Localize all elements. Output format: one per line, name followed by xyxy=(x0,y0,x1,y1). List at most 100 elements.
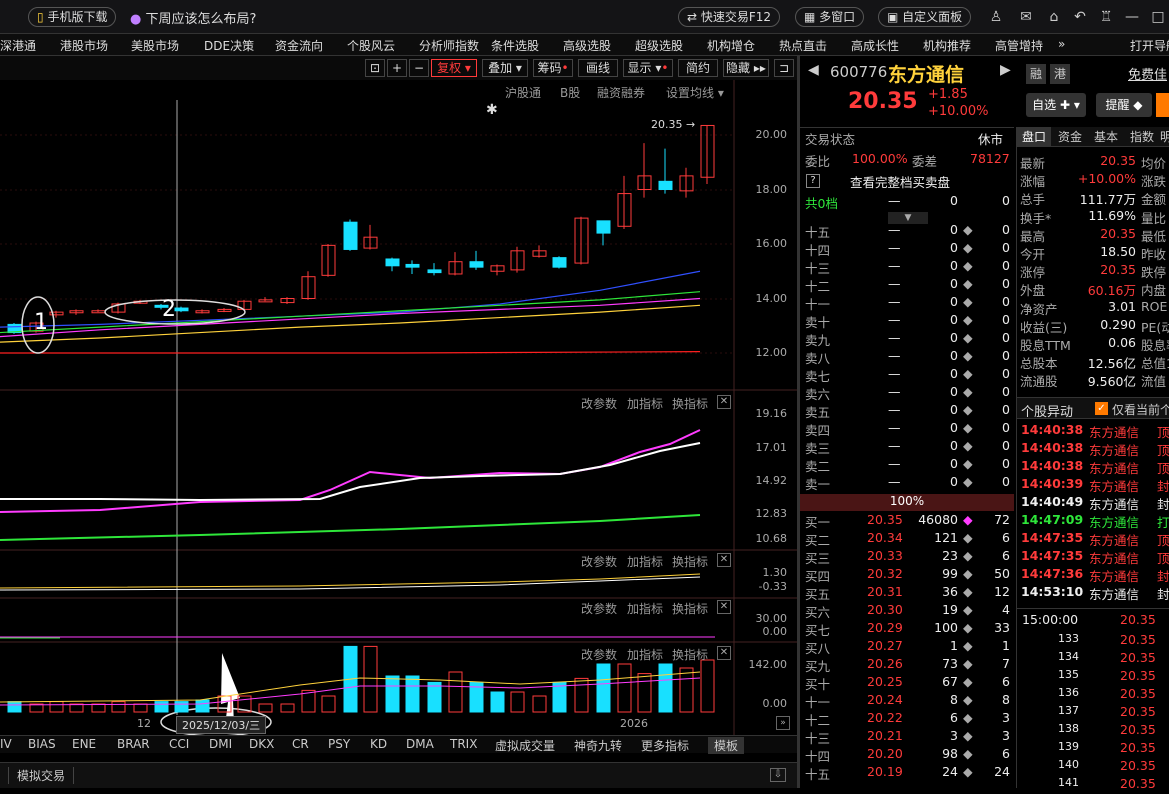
sim-trade-tab[interactable]: 模拟交易 xyxy=(8,767,75,784)
tab-indicator[interactable]: TRIX xyxy=(450,737,477,751)
switch-indicator-button[interactable]: 换指标 xyxy=(672,553,708,570)
menu-item[interactable]: 条件选股 xyxy=(491,37,539,54)
fuquan-button[interactable]: 复权 ▾ xyxy=(431,59,477,77)
more-menu-icon[interactable]: » xyxy=(1058,37,1065,51)
edit-params-button[interactable]: 改参数 xyxy=(581,553,617,570)
tab-indicator[interactable]: BIAS xyxy=(28,737,56,751)
switch-indicator-button[interactable]: 换指标 xyxy=(672,646,708,663)
custom-panel-button[interactable]: ▣ 自定义面板 xyxy=(878,7,972,27)
buy-level-count: 3 xyxy=(1002,728,1010,743)
menu-item[interactable]: 港股市场 xyxy=(60,37,108,54)
link-hugutong[interactable]: 沪股通 xyxy=(505,84,541,101)
promo-link[interactable]: ● 下周应该怎么布局? xyxy=(130,8,256,27)
link-rongzi[interactable]: 融资融券 xyxy=(597,84,645,101)
orange-tab[interactable] xyxy=(1156,93,1169,117)
zoom-out-icon[interactable]: − xyxy=(409,59,429,77)
menu-item[interactable]: 机构推荐 xyxy=(923,37,971,54)
mail-icon[interactable]: ✉ xyxy=(1018,9,1034,25)
help-icon[interactable]: ? xyxy=(806,174,820,188)
add-indicator-button[interactable]: 加指标 xyxy=(627,646,663,663)
tab-jiben[interactable]: 基本 xyxy=(1089,127,1123,147)
xianshi-button[interactable]: 显示 ▾• xyxy=(623,59,673,77)
menu-item[interactable]: 资金流向 xyxy=(275,37,323,54)
switch-indicator-button[interactable]: 换指标 xyxy=(672,395,708,412)
huaxian-button[interactable]: 画线 xyxy=(578,59,618,77)
user-icon[interactable]: ♙ xyxy=(988,9,1004,25)
menu-item[interactable]: 深港通 xyxy=(0,37,36,54)
yidong-type: 封 xyxy=(1157,569,1169,584)
home-icon[interactable]: ⌂ xyxy=(1046,9,1062,25)
scroll-right-icon[interactable]: » xyxy=(776,716,790,730)
hk-connect-tag[interactable]: 港 xyxy=(1050,64,1070,84)
zoom-in-icon[interactable]: + xyxy=(387,59,407,77)
switch-indicator-button[interactable]: 换指标 xyxy=(672,600,708,617)
menu-item[interactable]: 个股风云 xyxy=(347,37,395,54)
add-indicator-button[interactable]: 加指标 xyxy=(627,600,663,617)
menu-item[interactable]: 美股市场 xyxy=(131,37,179,54)
add-watchlist-button[interactable]: 自选 ✚ ▾ xyxy=(1026,93,1086,117)
jianyue-button[interactable]: 简约 xyxy=(678,59,718,77)
tab-zijin[interactable]: 资金 xyxy=(1053,127,1087,147)
maximize-icon[interactable]: □ xyxy=(1150,9,1166,25)
menu-item[interactable]: 高管增持 xyxy=(995,37,1043,54)
link-bgu[interactable]: B股 xyxy=(560,84,580,101)
free-link[interactable]: 免费佳 xyxy=(1128,64,1167,83)
tab-indicator[interactable]: CR xyxy=(292,737,309,751)
tab-zhishu[interactable]: 指数 xyxy=(1125,127,1159,147)
menu-item[interactable]: 高级选股 xyxy=(563,37,611,54)
menu-item[interactable]: 高成长性 xyxy=(851,37,899,54)
yincang-button[interactable]: 隐藏 ▸▸ xyxy=(723,59,769,77)
tab-indicator[interactable]: DMI xyxy=(209,737,232,751)
edit-params-button[interactable]: 改参数 xyxy=(581,646,617,663)
next-stock-icon[interactable]: ▶ xyxy=(1000,62,1011,78)
menu-item[interactable]: 分析师指数 xyxy=(419,37,479,54)
tab-indicator[interactable]: CCI xyxy=(169,737,189,751)
tab-more[interactable]: 明 xyxy=(1160,127,1169,147)
menu-item[interactable]: 机构增仓 xyxy=(707,37,755,54)
tab-indicator[interactable]: ENE xyxy=(72,737,96,751)
tab-pankou[interactable]: 盘口 xyxy=(1017,127,1051,147)
close-icon[interactable]: ✕ xyxy=(717,395,731,409)
tab-indicator[interactable]: BRAR xyxy=(117,737,150,751)
edit-params-button[interactable]: 改参数 xyxy=(581,600,617,617)
buy-level-volume: 3 xyxy=(950,728,958,743)
fast-trade-button[interactable]: ⇄ 快速交易F12 xyxy=(678,7,781,27)
close-icon[interactable]: ✕ xyxy=(717,600,731,614)
candle-body xyxy=(658,180,673,190)
menu-item[interactable]: DDE决策 xyxy=(204,37,254,54)
chouma-button[interactable]: 筹码• xyxy=(533,59,573,77)
close-icon[interactable]: ✕ xyxy=(717,553,731,567)
buy-level-dot-icon: ◆ xyxy=(963,530,973,545)
tab-indicator[interactable]: 更多指标 xyxy=(641,737,689,754)
tab-indicator[interactable]: KD xyxy=(370,737,387,751)
checkbox-icon[interactable]: ✓ xyxy=(1095,402,1108,415)
open-nav-button[interactable]: 打开导航 xyxy=(1130,37,1169,54)
add-indicator-button[interactable]: 加指标 xyxy=(627,395,663,412)
menu-item[interactable]: 热点直击 xyxy=(779,37,827,54)
set-ma-button[interactable]: 设置均线 ▾ xyxy=(666,84,724,101)
back-icon[interactable]: ↶ xyxy=(1072,9,1088,25)
tab-indicator[interactable]: DMA xyxy=(406,737,434,751)
multi-window-button[interactable]: ▦ 多窗口 xyxy=(795,7,865,27)
tab-indicator[interactable]: 虚拟成交量 xyxy=(495,737,555,754)
tab-indicator[interactable]: DKX xyxy=(249,737,274,751)
tab-indicator[interactable]: 神奇九转 xyxy=(574,737,622,754)
tab-indicator[interactable]: IV xyxy=(0,737,12,751)
close-icon[interactable]: ✕ xyxy=(717,646,731,660)
download-icon[interactable]: ⇩ xyxy=(770,768,786,782)
diejia-button[interactable]: 叠加 ▾ xyxy=(482,59,528,77)
alert-button[interactable]: 提醒 ◆ xyxy=(1096,93,1152,117)
collapse-icon[interactable]: ⊐ xyxy=(774,59,794,77)
tab-template[interactable]: 模板 xyxy=(708,737,745,754)
prev-stock-icon[interactable]: ◀ xyxy=(808,62,819,78)
tab-indicator[interactable]: PSY xyxy=(328,737,350,751)
minimize-icon[interactable]: — xyxy=(1124,9,1140,25)
menu-item[interactable]: 超级选股 xyxy=(635,37,683,54)
add-indicator-button[interactable]: 加指标 xyxy=(627,553,663,570)
shirt-icon[interactable]: ♖ xyxy=(1098,9,1114,25)
edit-params-button[interactable]: 改参数 xyxy=(581,395,617,412)
full-depth-link[interactable]: 查看完整档买卖盘 xyxy=(850,172,950,190)
lock-icon[interactable]: ⊡ xyxy=(365,59,385,77)
margin-tag[interactable]: 融 xyxy=(1026,64,1046,84)
mobile-download-button[interactable]: ▯ 手机版下载 xyxy=(28,7,117,27)
